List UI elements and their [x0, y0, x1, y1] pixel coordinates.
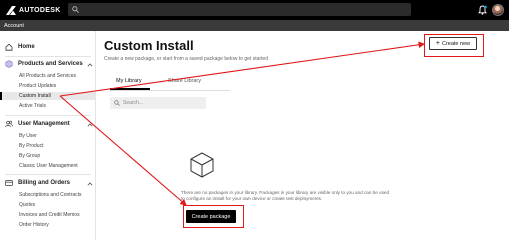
arrow-to-create-package [59, 95, 187, 206]
annotation-arrows [59, 41, 426, 206]
arrow-to-create-new [59, 41, 426, 97]
